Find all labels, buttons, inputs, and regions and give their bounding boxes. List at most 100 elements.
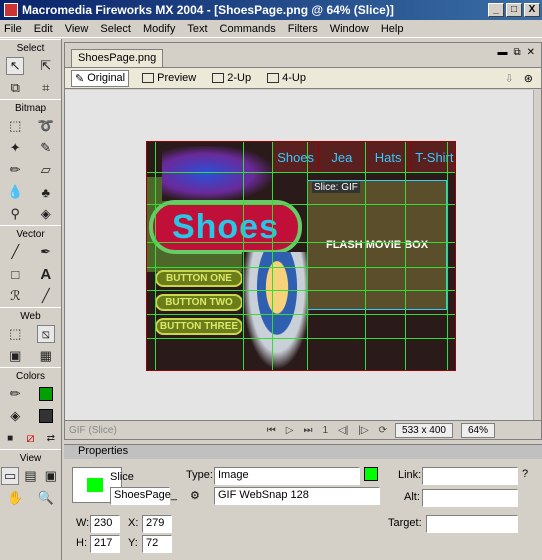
pencil-tool-icon[interactable]: ✏ bbox=[6, 161, 24, 179]
line-tool-icon[interactable]: ╱ bbox=[6, 243, 24, 261]
menu-help[interactable]: Help bbox=[381, 23, 404, 35]
slice-guide bbox=[147, 267, 455, 268]
hand-tool-icon[interactable]: ✋ bbox=[6, 489, 24, 507]
rectangle-tool-icon[interactable]: □ bbox=[6, 265, 24, 283]
slice-guide bbox=[243, 142, 244, 370]
properties-title[interactable]: Properties bbox=[64, 445, 542, 459]
alt-field[interactable] bbox=[422, 489, 518, 507]
tab-original[interactable]: ✎ Original bbox=[71, 69, 130, 87]
subselect-tool-icon[interactable]: ⇱ bbox=[37, 57, 55, 75]
link-field[interactable] bbox=[422, 467, 518, 485]
slice-guide bbox=[147, 290, 455, 291]
fullscreen-icon[interactable]: ▣ bbox=[42, 467, 60, 485]
no-color-icon[interactable]: ⧄ bbox=[21, 429, 39, 447]
paint-bucket-tool-icon[interactable]: ◈ bbox=[37, 205, 55, 223]
hide-slices-icon[interactable]: ▣ bbox=[6, 347, 24, 365]
x-field[interactable]: 279 bbox=[142, 515, 172, 533]
menu-modify[interactable]: Modify bbox=[143, 23, 175, 35]
eyedropper-tool-icon[interactable]: ⚲ bbox=[6, 205, 24, 223]
knife-tool-icon[interactable]: ╱ bbox=[37, 287, 55, 305]
menu-window[interactable]: Window bbox=[330, 23, 369, 35]
eraser-tool-icon[interactable]: ▱ bbox=[37, 161, 55, 179]
tab-4up[interactable]: 4-Up bbox=[264, 71, 309, 85]
loop-icon[interactable]: ⟳ bbox=[379, 425, 387, 436]
slice-color-swatch[interactable] bbox=[364, 467, 378, 481]
tools-section-bitmap: Bitmap bbox=[0, 99, 61, 115]
menu-commands[interactable]: Commands bbox=[220, 23, 276, 35]
slice-guide bbox=[147, 204, 455, 205]
first-frame-icon[interactable]: ⏮ bbox=[267, 425, 276, 436]
export-icon[interactable]: ⇩ bbox=[505, 72, 514, 85]
width-field[interactable]: 230 bbox=[90, 515, 120, 533]
play-icon[interactable]: ▷ bbox=[286, 425, 294, 436]
hotspot-tool-icon[interactable]: ⬚ bbox=[6, 325, 24, 343]
x-label: X: bbox=[128, 517, 139, 529]
fill-swatch[interactable] bbox=[37, 407, 55, 425]
brush-tool-icon[interactable]: ✎ bbox=[37, 139, 55, 157]
vertical-scrollbar[interactable] bbox=[533, 90, 541, 420]
fill-color-icon[interactable]: ◈ bbox=[6, 407, 24, 425]
menu-edit[interactable]: Edit bbox=[34, 23, 53, 35]
target-field[interactable] bbox=[426, 515, 518, 533]
slice-name-field[interactable]: ShoesPage_ bbox=[110, 487, 177, 505]
crop-tool-icon[interactable]: ⌗ bbox=[37, 79, 55, 97]
menu-text[interactable]: Text bbox=[187, 23, 207, 35]
export-format-select[interactable]: GIF WebSnap 128 bbox=[214, 487, 380, 505]
freeform-tool-icon[interactable]: ℛ bbox=[6, 287, 24, 305]
nav-tshirt: T-Shirt bbox=[410, 142, 455, 172]
slice-guide bbox=[447, 142, 448, 370]
text-tool-icon[interactable]: A bbox=[37, 265, 55, 283]
standard-screen-icon[interactable]: ▭ bbox=[1, 467, 20, 485]
doc-restore-icon[interactable]: ⧉ bbox=[513, 47, 520, 58]
status-format: GIF (Slice) bbox=[69, 425, 117, 436]
slice-tool-icon[interactable]: ⧅ bbox=[36, 325, 55, 343]
type-select[interactable]: Image bbox=[214, 467, 360, 485]
zoom-level[interactable]: 64% bbox=[460, 423, 495, 438]
doc-close-icon[interactable]: ✕ bbox=[527, 47, 535, 58]
menu-filters[interactable]: Filters bbox=[288, 23, 318, 35]
maximize-button[interactable]: □ bbox=[506, 3, 522, 17]
canvas-area[interactable]: Shoes Jea Hats T-Shirt Shoes BUTTON ONE … bbox=[65, 90, 533, 420]
menu-bar: File Edit View Select Modify Text Comman… bbox=[0, 20, 542, 38]
shoes-logo: Shoes bbox=[153, 204, 298, 250]
nav-hats: Hats bbox=[364, 142, 411, 172]
prev-frame-icon[interactable]: ◁| bbox=[338, 425, 348, 436]
menu-file[interactable]: File bbox=[4, 23, 22, 35]
tab-original-label: Original bbox=[87, 72, 126, 84]
show-slices-icon[interactable]: ▦ bbox=[37, 347, 55, 365]
slice-label: Slice: GIF bbox=[312, 182, 360, 193]
scale-tool-icon[interactable]: ⧉ bbox=[6, 79, 24, 97]
character-illustration bbox=[242, 252, 312, 370]
swap-colors-icon[interactable]: ⇄ bbox=[42, 429, 60, 447]
marquee-tool-icon[interactable]: ⬚ bbox=[6, 117, 24, 135]
quick-export-icon[interactable]: ⊛ bbox=[524, 72, 533, 85]
y-field[interactable]: 72 bbox=[142, 535, 172, 553]
menu-view[interactable]: View bbox=[65, 23, 89, 35]
link-label: Link: bbox=[398, 469, 422, 481]
doc-minimize-icon[interactable]: ▬ bbox=[497, 47, 507, 58]
menu-select[interactable]: Select bbox=[100, 23, 131, 35]
next-frame-icon[interactable]: |▷ bbox=[358, 425, 368, 436]
close-button[interactable]: X bbox=[524, 3, 540, 17]
slice-guide bbox=[365, 142, 366, 370]
pointer-tool-icon[interactable]: ↖ bbox=[6, 57, 25, 75]
stroke-color-icon[interactable]: ✏ bbox=[6, 385, 24, 403]
minimize-button[interactable]: _ bbox=[488, 3, 504, 17]
help-icon[interactable]: ? bbox=[522, 468, 528, 480]
stroke-swatch[interactable] bbox=[37, 385, 55, 403]
last-frame-icon[interactable]: ⏭ bbox=[303, 425, 312, 436]
fullscreen-menu-icon[interactable]: ▤ bbox=[21, 467, 39, 485]
slice-guide bbox=[155, 142, 156, 370]
default-colors-icon[interactable]: ■ bbox=[1, 429, 19, 447]
rubber-stamp-tool-icon[interactable]: ♣ bbox=[37, 183, 55, 201]
lasso-tool-icon[interactable]: ➰ bbox=[37, 117, 55, 135]
zoom-tool-icon[interactable]: 🔍 bbox=[37, 489, 55, 507]
height-field[interactable]: 217 bbox=[90, 535, 120, 553]
tab-preview[interactable]: Preview bbox=[139, 71, 199, 85]
document-tab[interactable]: ShoesPage.png bbox=[71, 49, 164, 67]
blur-tool-icon[interactable]: 💧 bbox=[6, 183, 24, 201]
slice-swatch bbox=[87, 478, 103, 492]
tab-2up[interactable]: 2-Up bbox=[209, 71, 254, 85]
pen-tool-icon[interactable]: ✒ bbox=[37, 243, 55, 261]
magic-wand-tool-icon[interactable]: ✦ bbox=[6, 139, 24, 157]
